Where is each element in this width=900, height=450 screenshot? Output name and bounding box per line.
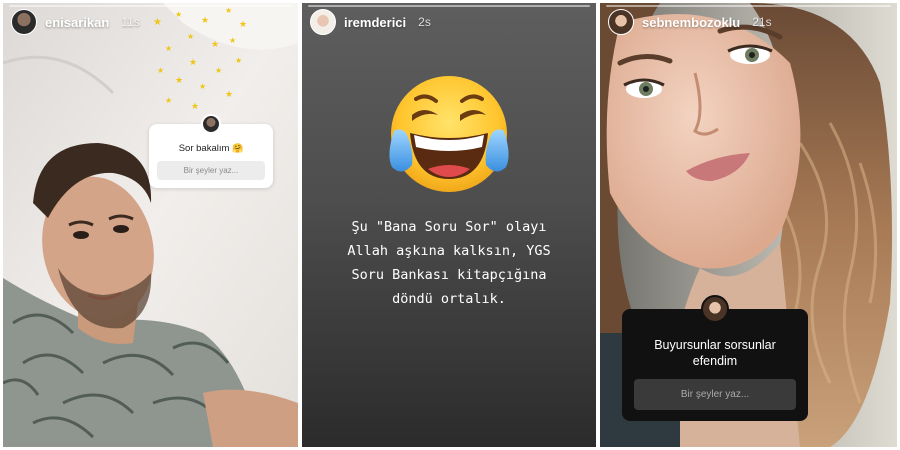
avatar[interactable] [11,9,37,35]
timestamp: 2s [418,15,431,29]
username[interactable]: enisarikan [45,15,109,30]
username[interactable]: sebnembozoklu [642,15,740,30]
avatar[interactable] [310,9,336,35]
question-title: Sor bakalım [178,143,230,154]
svg-text:★: ★ [187,32,194,41]
avatar[interactable] [608,9,634,35]
story-panel-sebnembozoklu[interactable]: sebnembozoklu 21s Buyursunlar sorsunlar … [600,3,897,447]
svg-text:★: ★ [175,75,183,85]
timestamp: 11s [121,15,140,29]
svg-text:★: ★ [191,101,199,111]
story-header: sebnembozoklu 21s [608,9,772,35]
answer-input[interactable]: Bir şeyler yaz... [634,379,796,410]
question-title: Buyursunlar sorsunlar efendim [654,338,776,368]
svg-text:★: ★ [199,82,206,91]
hug-emoji-icon: 🤗 [232,143,244,153]
question-sticker[interactable]: Buyursunlar sorsunlar efendim Bir şeyler… [622,295,808,421]
avatar [201,114,221,134]
svg-text:★: ★ [189,57,197,67]
svg-text:★: ★ [201,15,209,25]
story-header: enisarikan 11s [11,9,140,35]
answer-placeholder: Bir şeyler yaz... [680,389,750,400]
story-photo: ★★★ ★★★ ★ ★★ ★★★ ★★★ ★★★ [3,3,298,447]
story-header: iremderici 2s [310,9,431,35]
svg-text:★: ★ [211,39,219,49]
svg-text:★: ★ [229,36,236,45]
svg-text:★: ★ [225,6,232,15]
svg-text:★: ★ [225,89,233,99]
story-caption: Şu "Bana Soru Sor" olayı Allah aşkına ka… [347,219,551,307]
timestamp: 21s [752,15,772,29]
answer-input[interactable]: Bir şeyler yaz... [157,161,265,180]
svg-text:★: ★ [239,19,247,29]
svg-text:★: ★ [157,66,164,75]
answer-placeholder: Bir şeyler yaz... [183,166,239,175]
svg-text:★: ★ [175,10,182,19]
story-panel-iremderici[interactable]: iremderici 2s Şu "Bana Soru Sor" olayı A… [302,3,596,447]
question-sticker[interactable]: Sor bakalım 🤗 Bir şeyler yaz... [149,114,273,188]
story-progress-bar [9,5,292,7]
story-progress-bar [606,5,891,7]
svg-text:★: ★ [165,44,172,53]
avatar [701,295,729,323]
svg-text:★: ★ [153,17,162,28]
story-progress-bar [308,5,590,7]
svg-text:★: ★ [235,56,242,65]
face-with-tears-of-joy-icon [389,76,509,192]
svg-text:★: ★ [165,96,172,105]
svg-text:★: ★ [215,66,222,75]
story-panel-enisarikan[interactable]: ★ ★ ★ ★ ★ ★ ★ ★ ★ ★ ★ ★ ★ ★ ★ ★ ★ ★ enis… [3,3,298,447]
username[interactable]: iremderici [344,15,406,30]
